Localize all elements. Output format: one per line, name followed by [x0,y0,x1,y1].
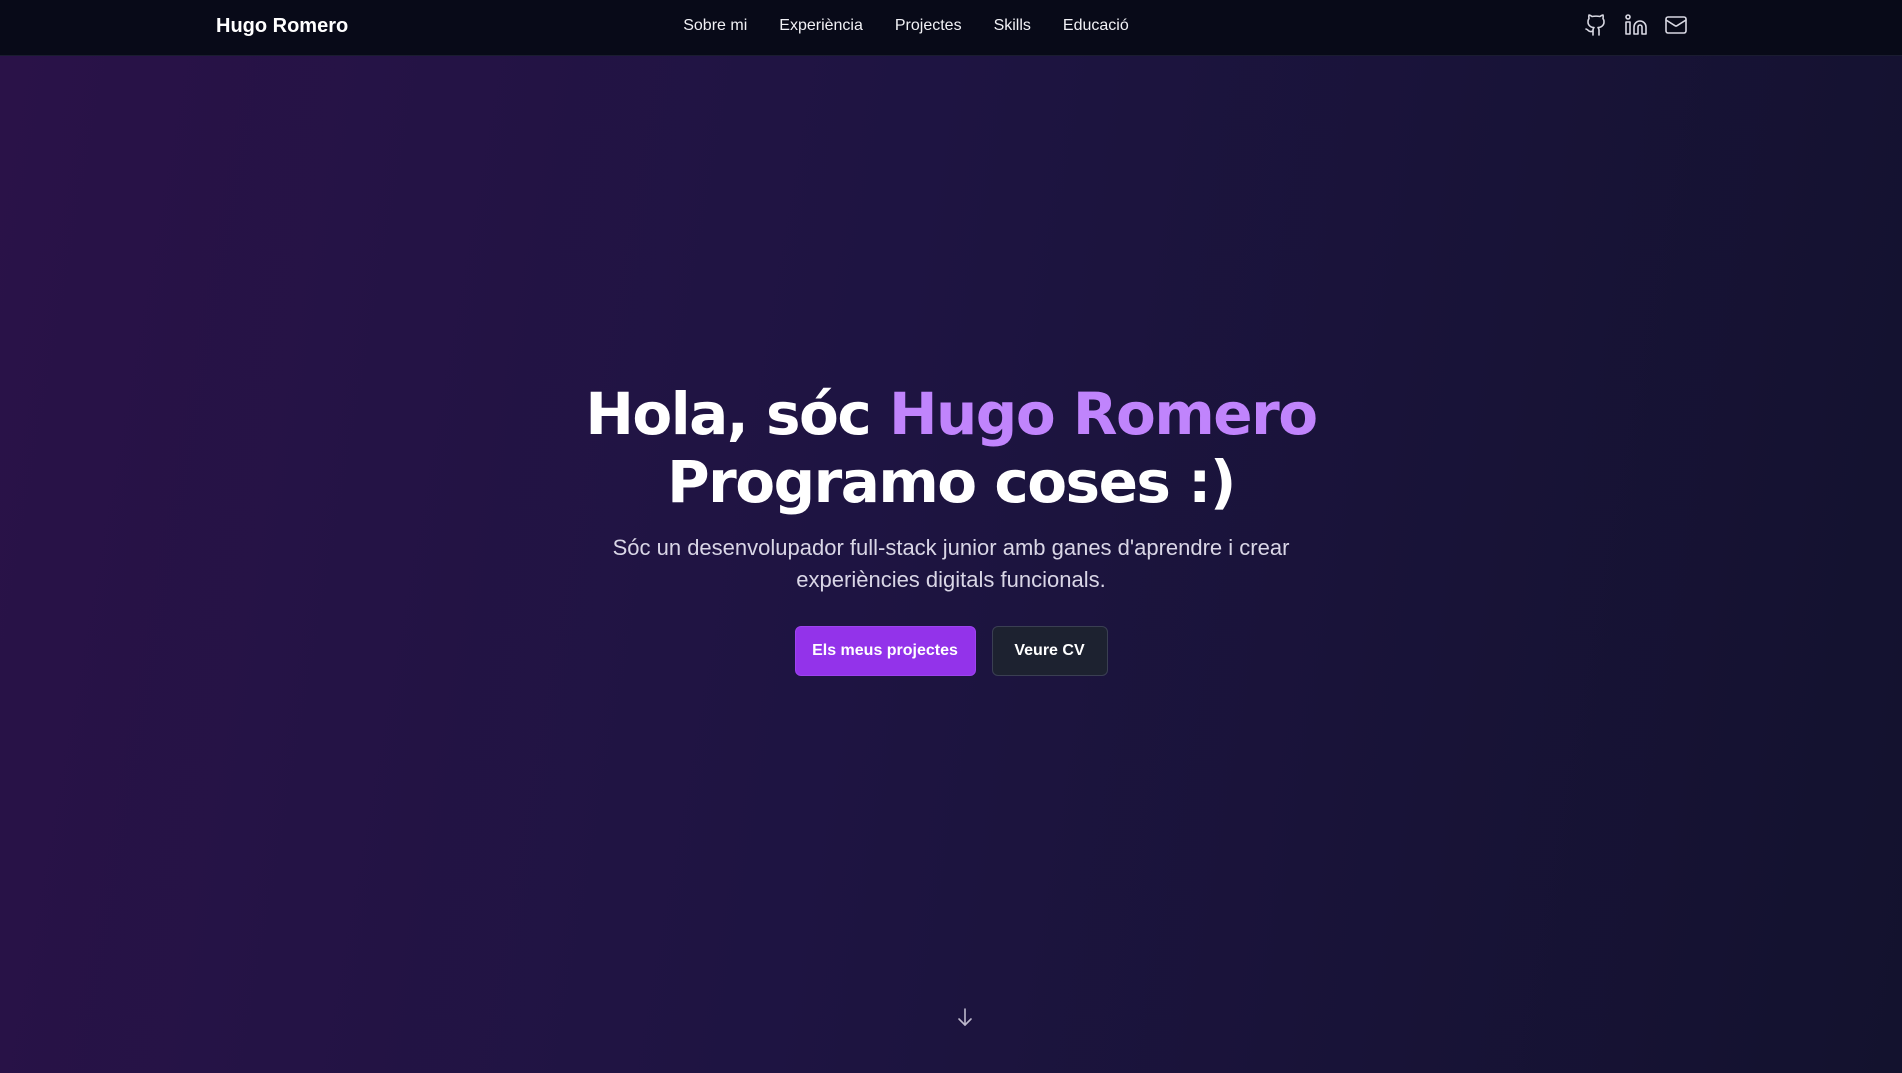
nav-link-sobre-mi[interactable]: Sobre mi [683,15,747,37]
nav-link-educacio[interactable]: Educació [1063,15,1129,37]
hero-greeting: Hola, sóc [585,380,889,448]
nav-links: Sobre mi Experiència Projectes Skills Ed… [683,15,1129,37]
linkedin-icon[interactable] [1624,13,1648,37]
mail-icon[interactable] [1664,13,1688,37]
navbar: Hugo Romero Sobre mi Experiència Project… [0,0,1902,56]
projects-button[interactable]: Els meus projectes [794,626,976,676]
github-icon[interactable] [1584,13,1608,37]
hero-subtitle: Sóc un desenvolupador full-stack junior … [612,535,1290,592]
nav-link-experiencia[interactable]: Experiència [779,15,863,37]
cta-buttons: Els meus projectes Veure CV [0,626,1902,676]
nav-link-projectes[interactable]: Projectes [895,15,962,37]
hero-tagline: Programo coses :) [667,448,1236,516]
hero-heading: Hola, sóc Hugo Romero Programo coses :) [0,380,1902,516]
nav-link-skills[interactable]: Skills [994,15,1031,37]
social-links [1584,13,1688,37]
view-cv-button[interactable]: Veure CV [991,626,1108,676]
hero-name: Hugo Romero [888,380,1318,448]
hero-section: Hola, sóc Hugo Romero Programo coses :) … [0,380,1902,676]
arrow-down-icon[interactable] [953,1005,977,1029]
brand-logo[interactable]: Hugo Romero [216,14,348,38]
